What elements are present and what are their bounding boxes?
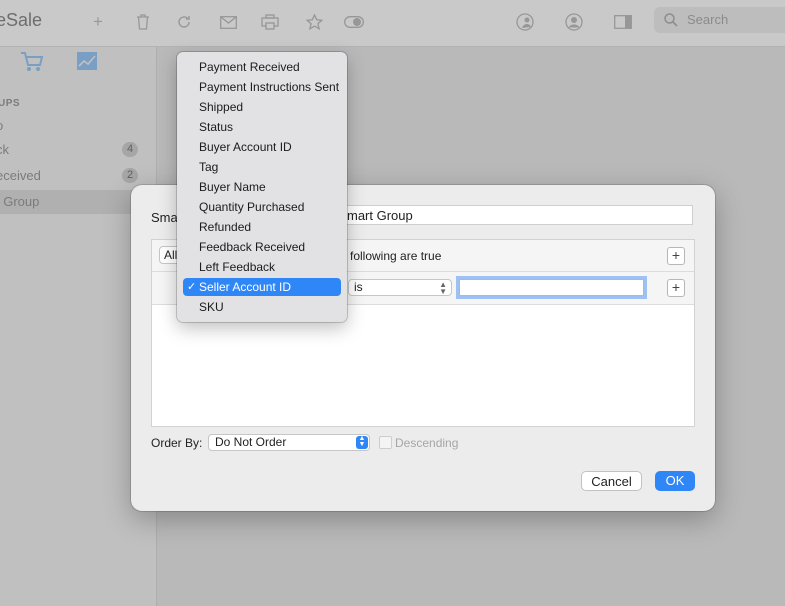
menu-item[interactable]: Quantity Purchased	[183, 198, 341, 216]
popup-arrows-icon: ▲ ▼	[356, 435, 368, 449]
menu-item[interactable]: Payment Instructions Sent	[183, 78, 341, 96]
menu-item-label: Payment Received	[199, 60, 300, 74]
count-badge: 2	[122, 168, 138, 183]
sidebar-toggle-icon[interactable]	[611, 11, 635, 33]
checkmark-icon: ✓	[187, 281, 197, 293]
sidebar-item-label: o	[0, 118, 3, 133]
person-filter-icon[interactable]	[513, 11, 537, 33]
descending-label: Descending	[395, 436, 459, 450]
menu-item[interactable]: Buyer Name	[183, 178, 341, 196]
order-by-value: Do Not Order	[215, 435, 287, 449]
field-popup-menu: Payment Received Payment Instructions Se…	[177, 52, 347, 322]
menu-item[interactable]: Payment Received	[183, 58, 341, 76]
menu-item[interactable]: Status	[183, 118, 341, 136]
menu-item[interactable]: Feedback Received	[183, 238, 341, 256]
toolbar: eSale + Search	[0, 0, 785, 47]
sidebar-item[interactable]: eceived 2	[0, 164, 156, 188]
menu-item-label: Refunded	[199, 220, 252, 234]
group-name-field[interactable]: mart Group	[343, 205, 693, 225]
menu-item[interactable]: SKU	[183, 298, 341, 316]
sidebar-item[interactable]: o	[0, 114, 156, 138]
match-text: following are true	[350, 249, 442, 263]
search-placeholder: Search	[687, 12, 729, 27]
ok-button[interactable]: OK	[655, 471, 695, 491]
account-icon[interactable]	[562, 11, 586, 33]
sidebar-item-label: eceived	[0, 168, 41, 183]
name-label: Sma	[151, 210, 178, 225]
refresh-icon[interactable]	[172, 11, 196, 33]
mail-icon[interactable]	[216, 11, 240, 33]
order-by-select[interactable]: Do Not Order ▲ ▼	[208, 434, 370, 451]
rule-value-field[interactable]	[459, 279, 644, 296]
star-icon[interactable]	[302, 11, 326, 33]
operator-select[interactable]: is ▲ ▼	[348, 279, 452, 296]
app-title: eSale	[0, 10, 43, 30]
search-input[interactable]: Search	[654, 7, 785, 33]
add-rule-group-button[interactable]: +	[667, 247, 685, 265]
count-badge: 4	[122, 142, 138, 157]
cancel-button[interactable]: Cancel	[581, 471, 642, 491]
menu-item-label: Buyer Account ID	[199, 140, 292, 154]
trash-icon[interactable]	[131, 11, 155, 33]
menu-item[interactable]: Tag	[183, 158, 341, 176]
menu-item[interactable]: Buyer Account ID	[183, 138, 341, 156]
sidebar-heading: UPS	[0, 98, 21, 109]
operator-value: is	[354, 280, 363, 294]
sidebar-item-label: t Group	[0, 194, 40, 209]
menu-item-label: Shipped	[199, 100, 244, 114]
sidebar-item[interactable]: ck 4	[0, 138, 156, 162]
menu-item-label: Quantity Purchased	[199, 200, 305, 214]
menu-item-label: Tag	[199, 160, 219, 174]
add-icon[interactable]: +	[86, 11, 110, 33]
menu-item-selected[interactable]: ✓ Seller Account ID	[183, 278, 341, 296]
chart-icon[interactable]	[76, 51, 98, 76]
menu-item-label: Feedback Received	[199, 240, 306, 254]
add-rule-button[interactable]: +	[667, 279, 685, 297]
menu-item-label: Left Feedback	[199, 260, 276, 274]
descending-checkbox[interactable]	[379, 436, 392, 449]
order-by-label: Order By:	[151, 436, 203, 450]
menu-item-label: Status	[199, 120, 234, 134]
menu-item-label: Buyer Name	[199, 180, 266, 194]
sidebar-item-label: ck	[0, 142, 9, 157]
toggle-icon[interactable]	[342, 11, 366, 33]
menu-item[interactable]: Refunded	[183, 218, 341, 236]
menu-item[interactable]: Shipped	[183, 98, 341, 116]
search-icon	[663, 12, 679, 28]
cart-icon[interactable]	[20, 51, 44, 78]
menu-item-label: Payment Instructions Sent	[199, 80, 340, 94]
menu-item-label: Seller Account ID	[199, 280, 292, 294]
menu-item[interactable]: Left Feedback	[183, 258, 341, 276]
updown-arrows-icon: ▲ ▼	[439, 280, 447, 296]
menu-item-label: SKU	[199, 300, 224, 314]
print-icon[interactable]	[258, 11, 282, 33]
